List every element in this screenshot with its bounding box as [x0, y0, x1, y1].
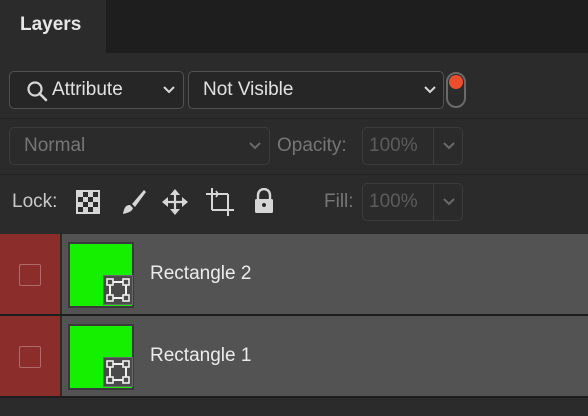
chevron-down-icon [163, 86, 175, 94]
visibility-box [19, 264, 41, 286]
smart-object-icon [103, 357, 133, 387]
fill-value: 100% [369, 191, 418, 212]
fill-divider [433, 184, 434, 220]
divider [0, 118, 588, 119]
panel-tab-bar: Layers [0, 0, 588, 54]
layer-row[interactable]: Rectangle 1 [0, 316, 588, 396]
tab-layers-label: Layers [20, 14, 82, 35]
opacity-value: 100% [369, 135, 418, 156]
layer-thumbnail [68, 324, 134, 390]
filter-value-label: Not Visible [203, 79, 294, 100]
artboard-lock-icon[interactable] [205, 187, 235, 217]
tab-layers[interactable]: Layers [0, 0, 106, 54]
divider [0, 174, 588, 175]
brush-lock-icon[interactable] [119, 188, 147, 216]
move-lock-icon[interactable] [161, 188, 189, 216]
fill-label: Fill: [324, 191, 354, 212]
opacity-divider [433, 128, 434, 164]
opacity-label: Opacity: [277, 135, 347, 156]
chevron-down-icon [424, 86, 436, 94]
transparent-pixels-lock-icon[interactable] [76, 190, 100, 214]
layer-row[interactable]: Rectangle 2 [0, 234, 588, 314]
filter-kind-dropdown[interactable]: Attribute [9, 71, 184, 109]
filter-toggle-switch[interactable] [446, 72, 466, 108]
layer-name: Rectangle 2 [150, 263, 252, 284]
lock-label: Lock: [12, 191, 58, 212]
chevron-down-icon[interactable] [442, 197, 456, 207]
chevron-down-icon[interactable] [442, 141, 456, 151]
chevron-down-icon [249, 142, 261, 150]
layers-list: Rectangle 2 Rectangle 1 [0, 234, 588, 398]
opacity-field[interactable]: 100% [362, 127, 463, 165]
visibility-toggle[interactable] [0, 234, 62, 314]
search-icon [27, 81, 48, 102]
blend-mode-label: Normal [24, 135, 86, 156]
blend-mode-dropdown[interactable]: Normal [9, 127, 270, 165]
visibility-toggle[interactable] [0, 316, 62, 396]
visibility-box [19, 346, 41, 368]
smart-object-icon [103, 275, 133, 305]
filter-value-dropdown[interactable]: Not Visible [188, 71, 444, 109]
padlock-icon[interactable] [253, 188, 275, 214]
layer-thumbnail [68, 242, 134, 308]
filter-kind-label: Attribute [52, 79, 123, 100]
filter-on-indicator [449, 75, 463, 89]
fill-field[interactable]: 100% [362, 183, 463, 221]
layer-name: Rectangle 1 [150, 345, 252, 366]
